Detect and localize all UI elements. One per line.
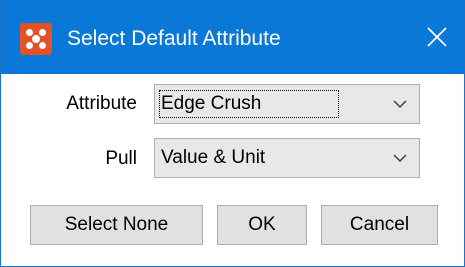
pull-label: Pull bbox=[105, 148, 137, 169]
window-title: Select Default Attribute bbox=[67, 27, 281, 50]
chevron-down-icon bbox=[393, 154, 407, 163]
select-default-attribute-dialog: Select Default Attribute Attribute Edge … bbox=[0, 0, 465, 267]
select-none-button[interactable]: Select None bbox=[30, 205, 203, 245]
pull-selected-value: Value & Unit bbox=[161, 147, 266, 168]
close-button[interactable] bbox=[404, 1, 464, 74]
ok-button[interactable]: OK bbox=[217, 205, 307, 245]
close-icon bbox=[427, 27, 447, 47]
title-bar[interactable]: Select Default Attribute bbox=[1, 1, 464, 74]
attribute-selected-value: Edge Crush bbox=[158, 90, 340, 118]
attribute-dropdown[interactable]: Edge Crush bbox=[154, 84, 420, 124]
attribute-label: Attribute bbox=[66, 93, 137, 114]
cancel-button[interactable]: Cancel bbox=[321, 205, 438, 245]
pull-dropdown[interactable]: Value & Unit bbox=[154, 138, 420, 178]
app-grid-icon bbox=[20, 23, 52, 55]
chevron-down-icon bbox=[393, 100, 407, 109]
